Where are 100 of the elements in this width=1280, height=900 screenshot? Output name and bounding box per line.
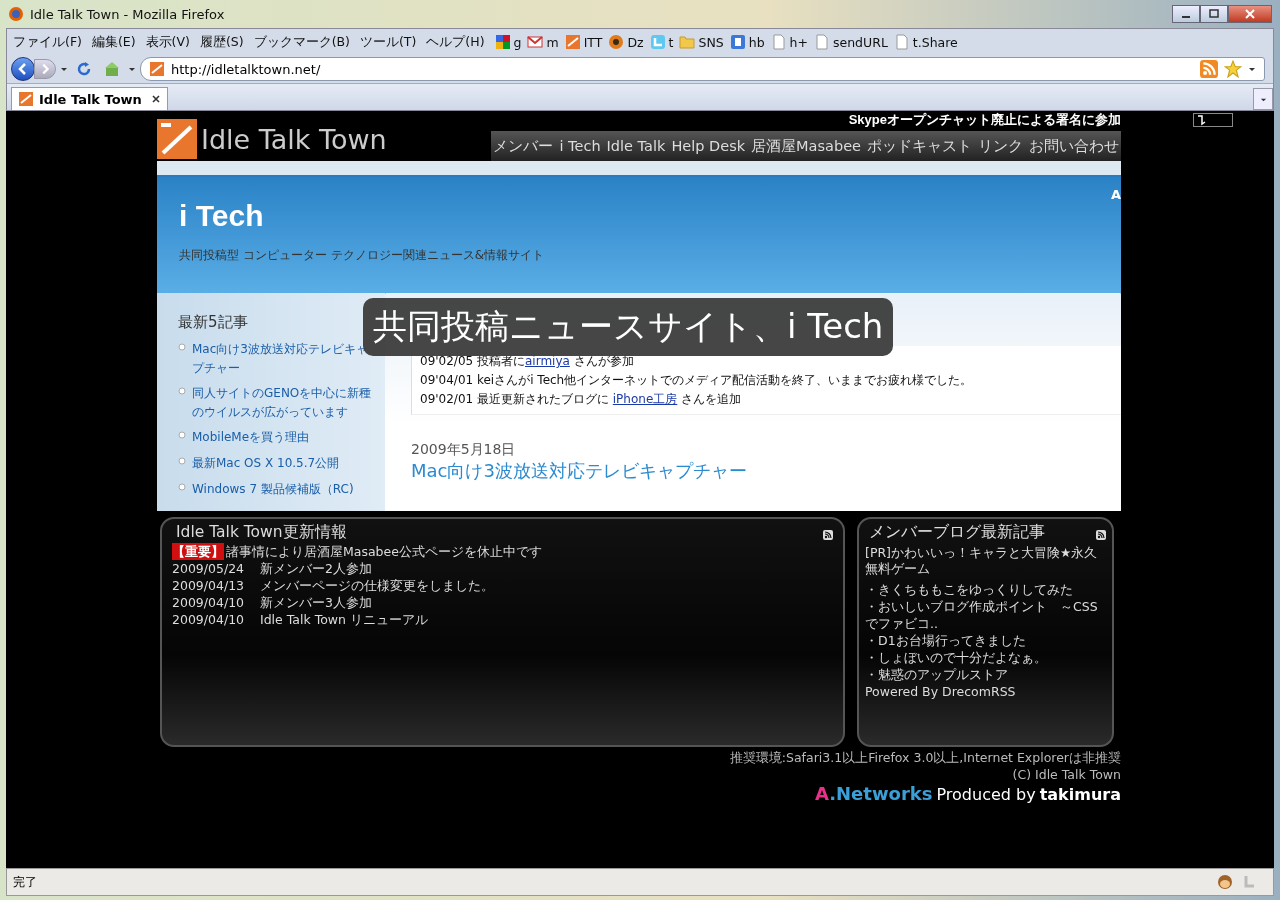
notice-link[interactable]: iPhone工房 bbox=[612, 392, 678, 407]
address-field[interactable]: http://idletalktown.net/ bbox=[140, 57, 1265, 81]
badge-icon bbox=[608, 34, 625, 50]
dropdown-icon[interactable] bbox=[128, 65, 136, 73]
bullet-icon bbox=[178, 456, 186, 465]
bookmark[interactable]: SNS bbox=[679, 34, 724, 50]
close-tab-icon[interactable] bbox=[150, 94, 161, 104]
update-text[interactable]: 新メンバー3人参加 bbox=[260, 594, 372, 611]
close-icon bbox=[1245, 9, 1255, 19]
menu-item[interactable]: 履歴(S) bbox=[199, 33, 244, 51]
blog-link[interactable]: ・きくちももこをゆっくりしてみた bbox=[865, 581, 1106, 598]
monkey-icon[interactable] bbox=[1217, 874, 1233, 890]
panel-title: Idle Talk Town更新情報 bbox=[175, 521, 347, 543]
footer-text: 推奨環境:Safari3.1以上Firefox 3.0以上,Internet Explorerは非推奨 bbox=[729, 749, 1121, 766]
menu-item[interactable]: ファイル(F) bbox=[13, 33, 82, 51]
notice-text: 09'04/01 keiさんがi Tech他インターネットでのメディア配信活動を終了、いままでお疲れ様でした。 bbox=[420, 373, 973, 388]
powered-by-link[interactable]: Powered By DrecomRSS bbox=[865, 683, 1106, 700]
bookmark[interactable]: ITT bbox=[564, 34, 603, 50]
sidebar-heading: 最新5記事 bbox=[178, 313, 249, 332]
nav-link[interactable]: Help Desk bbox=[671, 138, 746, 154]
article-link[interactable]: 最新Mac OS X 10.5.7公開 bbox=[192, 453, 340, 473]
brand-logo[interactable]: A.Networks bbox=[814, 783, 933, 804]
tagline: 共同投稿型 コンピューター テクノロジー関連ニュース&情報サイト bbox=[179, 247, 544, 264]
update-date: 2009/05/24 bbox=[172, 560, 246, 577]
nav-link[interactable]: メンバー bbox=[493, 136, 554, 156]
update-text[interactable]: 諸事情により居酒屋Masabee公式ページを休止中です bbox=[226, 543, 542, 560]
blog-link[interactable]: ・おいしいブログ作成ポイント ～CSSでファビコ.. bbox=[865, 598, 1106, 632]
notice-text: さんが参加 bbox=[572, 354, 634, 368]
close-button[interactable] bbox=[1228, 5, 1272, 23]
minimize-button[interactable] bbox=[1172, 5, 1200, 23]
update-text[interactable]: メンバーページの仕様変更をしました。 bbox=[260, 577, 494, 594]
blog-link[interactable]: ・しょぼいので十分だよなぁ。 bbox=[865, 649, 1106, 666]
article-link[interactable]: 同人サイトのGENOを中心に新種のウイルスが広がっています bbox=[192, 384, 379, 422]
maximize-icon bbox=[1209, 9, 1219, 19]
post-date: 2009年5月18日 bbox=[411, 440, 517, 459]
important-badge: 【重要】 bbox=[172, 543, 224, 560]
author-name[interactable]: takimura bbox=[1039, 785, 1121, 804]
nav-link[interactable]: ポッドキャスト bbox=[867, 136, 972, 156]
notice-text: 09'02/01 最近更新されたブログに bbox=[420, 392, 610, 407]
bookmark[interactable]: h+ bbox=[770, 34, 808, 50]
cut-text: A bbox=[1110, 187, 1121, 203]
ad-link[interactable]: [PR]かわいいっ！キャラと大冒険★永久無料ゲーム bbox=[865, 545, 1106, 577]
squares-icon bbox=[494, 34, 511, 50]
bookmark[interactable]: Dz bbox=[608, 34, 644, 50]
update-date: 2009/04/10 bbox=[172, 594, 246, 611]
article-link[interactable]: MobileMeを買う理由 bbox=[192, 428, 310, 447]
update-text[interactable]: 新メンバー2人参加 bbox=[260, 560, 372, 577]
bullet-icon bbox=[178, 387, 186, 396]
menu-item[interactable]: ツール(T) bbox=[359, 33, 417, 51]
notice-link[interactable]: airmiya bbox=[524, 354, 570, 368]
nav-link[interactable]: Idle Talk bbox=[606, 138, 666, 154]
post-title[interactable]: Mac向け3波放送対応テレビキャプチャー bbox=[411, 458, 1121, 483]
nav-link[interactable]: 居酒屋Masabee bbox=[751, 136, 861, 156]
blog-link[interactable]: ・D1お台場行ってきました bbox=[865, 632, 1106, 649]
bookmark[interactable]: sendURL bbox=[814, 34, 888, 50]
copyright: (C) Idle Talk Town bbox=[1012, 766, 1121, 783]
page-icon bbox=[814, 34, 830, 50]
update-date: 2009/04/13 bbox=[172, 577, 246, 594]
envelope-icon bbox=[527, 34, 544, 50]
blog-link[interactable]: ・魅惑のアップルストア bbox=[865, 666, 1106, 683]
nav-link[interactable]: お問い合わせ bbox=[1029, 136, 1119, 156]
nav-link[interactable]: リンク bbox=[978, 136, 1023, 156]
nav-link[interactable]: i Tech bbox=[559, 138, 601, 154]
rss-icon[interactable] bbox=[823, 530, 833, 540]
reload-icon[interactable] bbox=[76, 61, 92, 77]
site-favicon-icon bbox=[149, 61, 165, 77]
bookmark[interactable]: t bbox=[649, 34, 674, 50]
menu-item[interactable]: 編集(E) bbox=[91, 33, 136, 51]
page-icon bbox=[770, 34, 787, 50]
bookmark[interactable]: m bbox=[527, 34, 559, 50]
site-favicon-icon bbox=[18, 91, 34, 107]
maximize-button[interactable] bbox=[1200, 5, 1228, 23]
dropdown-icon[interactable] bbox=[1248, 65, 1256, 73]
article-link[interactable]: Windows 7 製品候補版（RC) bbox=[192, 479, 354, 499]
notice-text: 09'02/05 投稿者に bbox=[420, 354, 525, 368]
update-text[interactable]: Idle Talk Town リニューアル bbox=[260, 611, 428, 628]
caption-overlay: 共同投稿ニュースサイト、i Tech bbox=[363, 298, 894, 356]
menu-item[interactable]: 表示(V) bbox=[145, 33, 190, 51]
banner-link[interactable]: Skypeオープンチャット廃止による署名に参加 bbox=[848, 111, 1121, 129]
star-icon[interactable] bbox=[1224, 60, 1242, 78]
firefox-icon bbox=[8, 6, 24, 22]
notice-text: さんを追加 bbox=[680, 392, 742, 407]
bookmark[interactable]: g bbox=[494, 34, 522, 50]
site-logo[interactable]: Idle Talk Town bbox=[201, 123, 387, 155]
status-text: 完了 bbox=[13, 873, 38, 891]
rss-icon[interactable] bbox=[1096, 530, 1106, 540]
folder-icon bbox=[679, 34, 696, 50]
back-button[interactable] bbox=[11, 57, 35, 81]
menu-item[interactable]: ヘルプ(H) bbox=[426, 33, 485, 51]
history-dropdown-icon[interactable] bbox=[60, 65, 68, 73]
bookmark[interactable]: t.Share bbox=[893, 34, 958, 50]
bookmark[interactable]: hb bbox=[729, 34, 765, 50]
menu-item[interactable]: ブックマーク(B) bbox=[253, 33, 350, 51]
update-date: 2009/04/10 bbox=[172, 611, 246, 628]
bullet-icon bbox=[178, 343, 186, 351]
scroll-widget-icon[interactable] bbox=[1192, 113, 1233, 127]
window-title: Idle Talk Town - Mozilla Firefox bbox=[30, 6, 225, 22]
page-icon bbox=[893, 34, 910, 50]
browser-tab[interactable]: Idle Talk Town bbox=[11, 87, 168, 110]
panel-title: メンバーブログ最新記事 bbox=[868, 521, 1045, 543]
